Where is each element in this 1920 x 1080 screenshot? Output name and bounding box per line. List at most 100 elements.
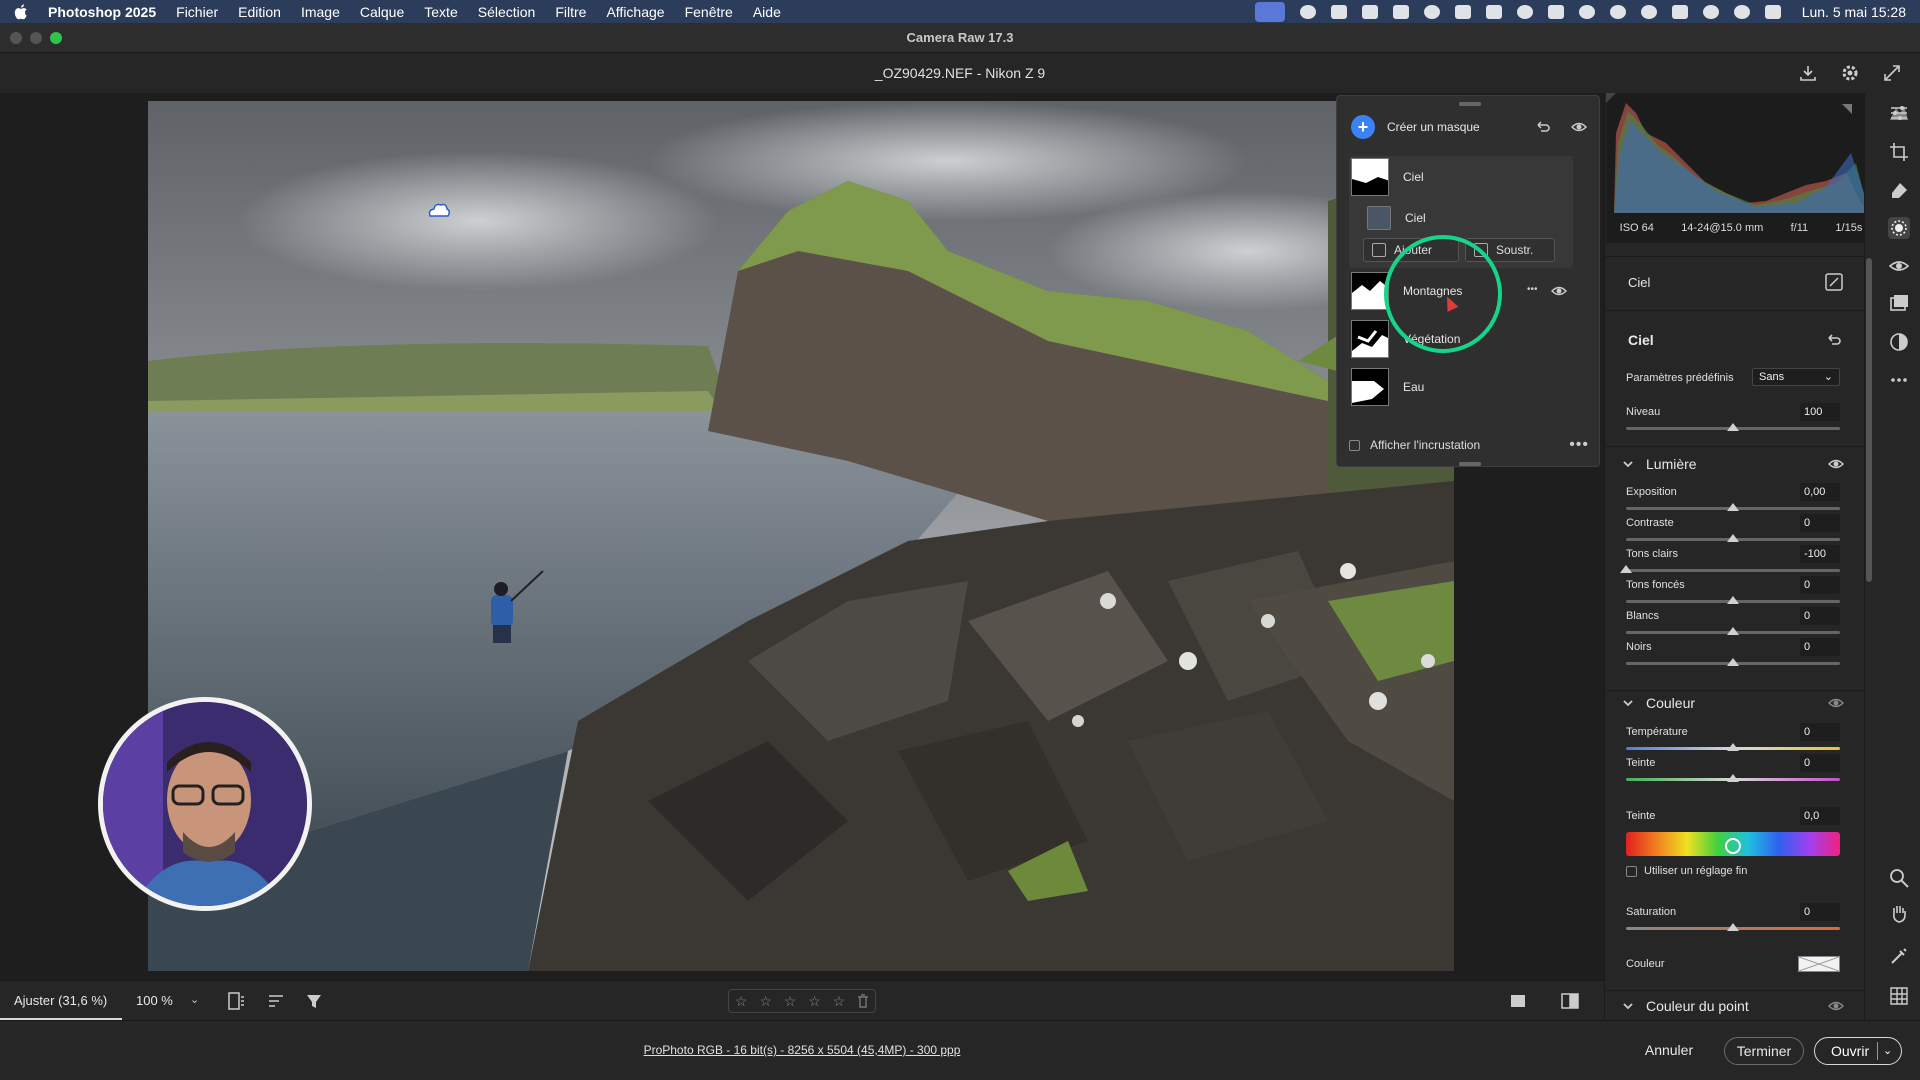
filter-funnel-icon[interactable] <box>304 991 324 1011</box>
panel-drag-handle[interactable] <box>1459 102 1481 106</box>
menu-aide[interactable]: Aide <box>753 4 781 20</box>
star-2-icon[interactable]: ☆ <box>759 993 772 1010</box>
display-icon[interactable] <box>1547 4 1564 19</box>
camera-app-icon[interactable] <box>1330 4 1347 19</box>
presets-icon[interactable] <box>1888 331 1910 353</box>
panel-resize-handle[interactable] <box>1459 462 1481 466</box>
zoom-dropdown-chevron-icon[interactable]: ⌄ <box>190 993 199 1006</box>
done-button[interactable]: Terminer <box>1724 1037 1804 1065</box>
premiere-alt-icon[interactable] <box>1485 4 1502 19</box>
menu-image[interactable]: Image <box>301 4 340 20</box>
single-view-icon[interactable] <box>1508 991 1528 1011</box>
spotlight-search-icon[interactable] <box>1733 4 1750 19</box>
fullscreen-icon[interactable] <box>1882 63 1902 83</box>
slider-thumb[interactable] <box>1727 658 1739 666</box>
control-center-icon[interactable] <box>1764 4 1781 19</box>
settings-gear-icon[interactable] <box>1840 63 1860 83</box>
mask-component-ciel[interactable]: Ciel <box>1367 206 1426 230</box>
minimize-window-button[interactable] <box>30 32 42 44</box>
edit-sliders-icon[interactable] <box>1888 102 1910 124</box>
time-machine-icon[interactable] <box>1640 4 1657 19</box>
premiere-icon[interactable] <box>1454 4 1471 19</box>
light-slider-noirs[interactable]: Noirs 0 <box>1626 638 1840 671</box>
light-slider-tons-clairs[interactable]: Tons clairs -100 <box>1620 545 1840 578</box>
zoom-100-button[interactable]: 100 % <box>136 993 173 1008</box>
zoom-magnifier-icon[interactable] <box>1888 867 1910 889</box>
slider-thumb[interactable] <box>1727 596 1739 604</box>
slider-thumb[interactable] <box>1727 743 1739 751</box>
slider-thumb[interactable] <box>1727 774 1739 782</box>
menu-texte[interactable]: Texte <box>424 4 457 20</box>
slider-value[interactable]: 0 <box>1800 638 1840 656</box>
menu-filtre[interactable]: Filtre <box>555 4 586 20</box>
cancel-button[interactable]: Annuler <box>1634 1037 1704 1065</box>
play-icon[interactable] <box>1609 4 1626 19</box>
mask-item-ciel[interactable]: Ciel <box>1351 158 1424 196</box>
saturation-value[interactable]: 0 <box>1800 903 1840 921</box>
light-visibility-eye-icon[interactable] <box>1828 456 1844 472</box>
hue-slider-thumb[interactable] <box>1725 838 1741 854</box>
menu-fichier[interactable]: Fichier <box>176 4 218 20</box>
wifi-icon[interactable] <box>1702 4 1719 19</box>
star-1-icon[interactable]: ☆ <box>735 993 748 1010</box>
temperature-value[interactable]: 0 <box>1800 723 1840 741</box>
panel-scrollbar[interactable] <box>1866 258 1872 582</box>
apple-logo-icon[interactable] <box>14 3 28 20</box>
mask-options-icon[interactable]: ••• <box>1527 284 1538 295</box>
histogram-clip-icon[interactable] <box>1840 102 1854 124</box>
create-mask-label[interactable]: Créer un masque <box>1387 120 1480 134</box>
hand-pan-icon[interactable] <box>1888 902 1910 924</box>
workflow-options-link[interactable]: ProPhoto RGB - 16 bit(s) - 8256 x 5504 (… <box>0 1043 1604 1057</box>
reset-undo-icon[interactable] <box>1535 119 1551 135</box>
slider-thumb[interactable] <box>1727 534 1739 542</box>
menubar-clock[interactable]: Lun. 5 mai 15:28 <box>1802 4 1906 20</box>
light-slider-exposition[interactable]: Exposition 0,00 <box>1626 483 1840 516</box>
create-mask-plus-icon[interactable]: + <box>1351 115 1375 139</box>
crop-icon[interactable] <box>1888 141 1910 163</box>
star-rating[interactable]: ☆ ☆ ☆ ☆ ☆ <box>728 989 876 1013</box>
light-section-header[interactable]: Lumière <box>1622 453 1844 475</box>
menu-app-name[interactable]: Photoshop 2025 <box>48 4 156 20</box>
color-picker-swatch[interactable] <box>1798 956 1840 972</box>
light-slider-contraste[interactable]: Contraste 0 <box>1626 514 1840 547</box>
preset-dropdown[interactable]: Sans ⌄ <box>1752 368 1840 386</box>
temperature-slider[interactable]: Température 0 <box>1626 723 1840 756</box>
menu-edition[interactable]: Edition <box>238 4 281 20</box>
fit-zoom-button[interactable]: Ajuster (31,6 %) <box>14 993 107 1008</box>
star-5-icon[interactable]: ☆ <box>833 993 846 1010</box>
grid-overlay-icon[interactable] <box>1888 985 1910 1007</box>
slider-thumb[interactable] <box>1727 923 1739 931</box>
keyboard-app-icon[interactable] <box>1361 4 1378 19</box>
trash-icon[interactable] <box>857 994 869 1008</box>
slider-thumb[interactable] <box>1727 627 1739 635</box>
color-visibility-eye-icon[interactable] <box>1828 695 1844 711</box>
mask-invert-icon[interactable] <box>1824 272 1844 292</box>
snapshots-icon[interactable] <box>1888 293 1910 315</box>
chevron-down-icon[interactable] <box>1622 697 1634 709</box>
menu-fenetre[interactable]: Fenêtre <box>685 4 733 20</box>
zoom-window-button[interactable] <box>50 32 62 44</box>
tint-value[interactable]: 0 <box>1800 754 1840 772</box>
menu-affichage[interactable]: Affichage <box>606 4 664 20</box>
eraser-heal-icon[interactable] <box>1888 179 1910 201</box>
slider-value[interactable]: -100 <box>1800 545 1840 563</box>
overlay-options-icon[interactable]: ••• <box>1569 436 1589 454</box>
slider-value[interactable]: 0 <box>1800 607 1840 625</box>
slider-value[interactable]: 0 <box>1800 514 1840 532</box>
hue-value[interactable]: 0,0 <box>1800 807 1840 825</box>
close-window-button[interactable] <box>10 32 22 44</box>
slider-thumb[interactable] <box>1727 503 1739 511</box>
level-value[interactable]: 100 <box>1800 403 1840 421</box>
red-eye-icon[interactable] <box>1888 255 1910 277</box>
mask-item-eau[interactable]: Eau <box>1351 368 1424 406</box>
slider-value[interactable]: 0,00 <box>1800 483 1840 501</box>
point-color-section-header[interactable]: Couleur du point <box>1622 995 1844 1017</box>
sort-icon[interactable] <box>266 991 286 1011</box>
light-slider-tons-foncés[interactable]: Tons foncés 0 <box>1626 576 1840 609</box>
mask-visibility-eye-icon[interactable] <box>1551 283 1567 299</box>
clipboard-icon[interactable] <box>1392 4 1409 19</box>
point-color-eye-icon[interactable] <box>1828 998 1844 1014</box>
open-button[interactable]: Ouvrir ⌄ <box>1814 1037 1902 1065</box>
save-download-icon[interactable] <box>1798 63 1818 83</box>
reset-section-icon[interactable] <box>1824 330 1844 350</box>
